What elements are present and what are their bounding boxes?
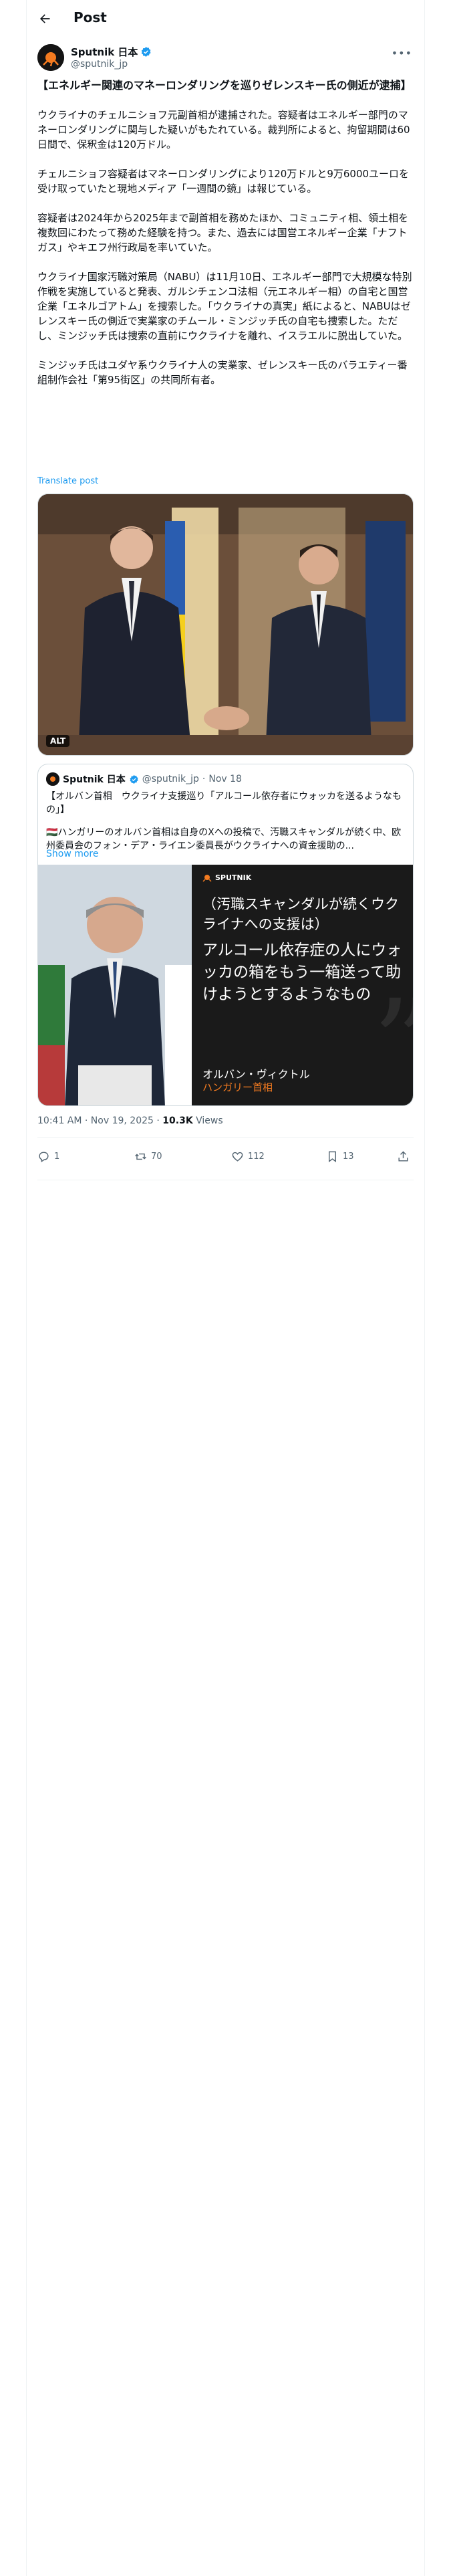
quoted-author-handle: @sputnik_jp <box>142 774 199 784</box>
author-name[interactable]: Sputnik 日本 <box>71 45 138 59</box>
more-options-icon[interactable]: ••• <box>392 47 412 60</box>
back-arrow-icon[interactable] <box>36 10 53 27</box>
quoted-post-text: 【オルバン首相 ウクライナ支援巡り「アルコール依存者にウォッカを送るようなもの」… <box>46 790 406 853</box>
heart-icon <box>232 1152 243 1162</box>
post-column: Post Sputnik 日本 @sputnik_jp ••• 【エネルギー関連… <box>27 0 424 2576</box>
repost-count: 70 <box>151 1152 162 1162</box>
quoted-post-header: Sputnik 日本 @sputnik_jp · Nov 18 <box>46 772 242 786</box>
post-paragraph: チェルニショフ容疑者はマネーロンダリングにより120万ドルと9万6000ユーロを… <box>37 168 410 195</box>
post-photo[interactable]: ALT <box>37 494 414 756</box>
page: Post Sputnik 日本 @sputnik_jp ••• 【エネルギー関連… <box>0 0 451 2576</box>
quoted-date: Nov 18 <box>208 774 242 784</box>
reply-button[interactable]: 1 <box>37 1150 59 1163</box>
share-icon <box>398 1151 408 1162</box>
quoted-post[interactable]: Sputnik 日本 @sputnik_jp · Nov 18 【オルバン首相 … <box>37 764 414 1106</box>
share-button[interactable] <box>397 1150 410 1163</box>
post-paragraph: ミンジッチ氏はユダヤ系ウクライナ人の実業家、ゼレンスキー氏のバラエティー番組制作… <box>37 359 408 386</box>
repost-button[interactable]: 70 <box>134 1150 162 1163</box>
verified-badge-icon <box>142 47 151 57</box>
sputnik-logo: SPUTNIK <box>202 873 251 882</box>
sputnik-logo-icon <box>202 875 212 882</box>
post-paragraph: ウクライナ国家汚職対策局（NABU）は11月10日、エネルギー部門で大規模な特別… <box>37 271 412 342</box>
bookmark-button[interactable]: 13 <box>326 1150 354 1163</box>
post-headline: 【エネルギー関連のマネーロンダリングを巡りゼレンスキー氏の側近が逮捕】 <box>37 79 412 92</box>
reply-icon <box>39 1152 49 1162</box>
bookmark-count: 13 <box>343 1152 354 1162</box>
page-title: Post <box>73 9 107 25</box>
repost-icon <box>135 1153 146 1160</box>
quoted-avatar <box>46 772 59 786</box>
post-paragraph: ウクライナのチェルニショフ元副首相が逮捕された。容疑者はエネルギー部門のマネーロ… <box>37 109 410 150</box>
divider <box>37 1137 414 1138</box>
sputnik-brand: SPUTNIK <box>215 873 252 882</box>
post-paragraph: 容疑者は2024年から2025年まで副首相を務めたほか、コミュニティ相、領土相を… <box>37 212 409 253</box>
timestamp-text[interactable]: 10:41 AM · Nov 19, 2025 · <box>37 1115 162 1126</box>
verified-badge-icon <box>130 774 138 784</box>
reply-count: 1 <box>54 1152 60 1162</box>
action-bar: 1 70 112 13 <box>37 1145 414 1172</box>
post-timestamp: 10:41 AM · Nov 19, 2025 · 10.3K Views <box>37 1115 223 1126</box>
alt-badge[interactable]: ALT <box>46 735 70 747</box>
author-name-row[interactable]: Sputnik 日本 <box>71 45 152 59</box>
post-body: 【エネルギー関連のマネーロンダリングを巡りゼレンスキー氏の側近が逮捕】 ウクライ… <box>37 78 414 402</box>
show-more-link[interactable]: Show more <box>46 849 99 859</box>
views-count: 10.3K <box>162 1115 193 1126</box>
avatar[interactable] <box>37 44 64 71</box>
like-button[interactable]: 112 <box>231 1150 265 1163</box>
quoted-separator: · <box>202 774 206 784</box>
quoted-headline: 【オルバン首相 ウクライナ支援巡り「アルコール依存者にウォッカを送るようなもの」… <box>46 791 402 815</box>
bookmark-icon <box>329 1151 336 1163</box>
card-headline-2: アルコール依存症の人にウォッカの箱をもう一箱送って助けようとするようなもの <box>202 942 402 1003</box>
quoted-body: 🇭🇺ハンガリーのオルバン首相は自身のXへの投稿で、汚職スキャンダルが続く中、欧州… <box>46 827 402 851</box>
header: Post <box>27 0 424 36</box>
author-handle[interactable]: @sputnik_jp <box>71 59 128 70</box>
card-speaker-title: ハンガリー首相 <box>202 1081 273 1093</box>
card-speaker: オルバン・ヴィクトル <box>202 1068 310 1081</box>
like-count: 112 <box>248 1152 265 1162</box>
quoted-image[interactable]: ” SPUTNIK （汚職スキャンダルが続くウクライナへの支援は） アルコール依… <box>38 865 413 1105</box>
card-headline-1: （汚職スキャンダルが続くウクライナへの支援は） <box>202 896 399 932</box>
quoted-author-name: Sputnik 日本 <box>63 774 126 785</box>
author-row: Sputnik 日本 @sputnik_jp ••• <box>37 43 414 72</box>
handshake-photo <box>38 494 413 755</box>
views-label: Views <box>192 1115 223 1126</box>
translate-post-link[interactable]: Translate post <box>37 476 98 486</box>
right-border <box>424 0 425 2576</box>
